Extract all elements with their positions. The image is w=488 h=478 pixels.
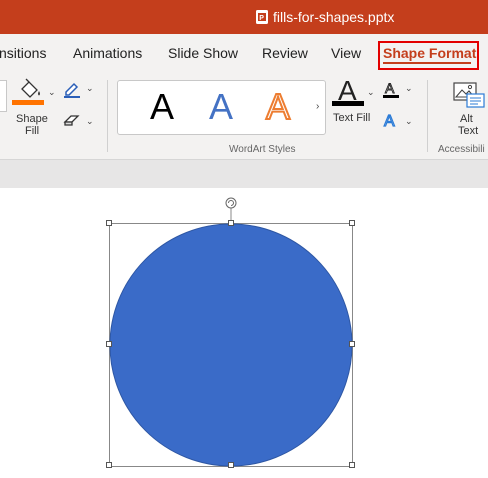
gallery-next-icon[interactable]: › — [316, 101, 319, 112]
accessibility-group-label: Accessibili — [438, 144, 485, 155]
tab-review[interactable]: Review — [262, 45, 308, 61]
tab-slide-show[interactable]: Slide Show — [168, 45, 238, 61]
svg-text:A: A — [384, 113, 395, 129]
rotate-handle-icon[interactable] — [225, 197, 237, 209]
shape-outline-dropdown-icon[interactable]: ⌄ — [86, 83, 94, 94]
text-effects-dropdown-icon[interactable]: ⌄ — [405, 116, 413, 127]
shape-outline-icon[interactable] — [63, 80, 81, 98]
shape-layer — [109, 197, 353, 467]
text-fill-color-swatch — [332, 101, 364, 106]
wordart-style-black[interactable]: A — [150, 89, 174, 125]
shape-effects-dropdown-icon[interactable]: ⌄ — [86, 116, 94, 127]
ribbon: Shape Fill ⌄ ⌄ ⌄ A A A › A Text Fill ⌄ A… — [0, 75, 488, 160]
shape-fill-dropdown-icon[interactable]: ⌄ — [48, 87, 56, 98]
alt-text-label-2: Text — [458, 125, 479, 137]
shape-fill-label-2: Fill — [25, 125, 40, 137]
svg-text:A: A — [385, 80, 395, 96]
group-separator — [427, 80, 428, 152]
text-effects-icon[interactable]: A — [382, 111, 400, 129]
resize-handle-bottom-left[interactable] — [106, 462, 112, 468]
text-fill-dropdown-icon[interactable]: ⌄ — [367, 87, 375, 98]
tab-transitions[interactable]: nsitions — [0, 45, 46, 61]
text-fill-label: Text Fill — [333, 112, 371, 124]
shape-fill-color-swatch — [12, 100, 44, 105]
resize-handle-top-right[interactable] — [349, 220, 355, 226]
ribbon-lower-bar — [0, 160, 488, 188]
title-bar: P fills-for-shapes.pptx — [0, 0, 488, 34]
text-outline-icon[interactable]: A — [382, 80, 400, 98]
resize-handle-top-left[interactable] — [106, 220, 112, 226]
alt-text-icon — [453, 82, 485, 108]
resize-handle-bottom[interactable] — [228, 462, 234, 468]
group-separator — [107, 80, 108, 152]
resize-handle-right[interactable] — [349, 341, 355, 347]
tab-view[interactable]: View — [331, 45, 361, 61]
wordart-style-gallery[interactable]: A A A › — [117, 80, 326, 135]
wordart-style-orange-outline[interactable]: A — [265, 88, 291, 126]
resize-handle-left[interactable] — [106, 341, 112, 347]
paint-bucket-icon — [21, 78, 40, 98]
text-fill-button[interactable]: A Text Fill — [331, 75, 373, 138]
alt-text-label-1: Alt — [460, 113, 473, 125]
powerpoint-file-icon: P — [256, 10, 268, 24]
shape-format-highlight — [378, 41, 479, 70]
shape-effects-icon[interactable] — [63, 113, 81, 127]
wordart-style-blue[interactable]: A — [209, 89, 233, 125]
tab-animations[interactable]: Animations — [73, 45, 142, 61]
document-title: fills-for-shapes.pptx — [273, 9, 395, 25]
shape-fill-label-1: Shape — [16, 113, 48, 125]
resize-handle-top[interactable] — [228, 220, 234, 226]
svg-text:P: P — [259, 15, 264, 22]
shape-fill-button[interactable]: Shape Fill — [10, 76, 50, 138]
text-outline-dropdown-icon[interactable]: ⌄ — [405, 83, 413, 94]
wordart-styles-group-label: WordArt Styles — [229, 144, 296, 155]
partial-button[interactable] — [0, 80, 7, 112]
blue-circle-shape[interactable] — [109, 223, 353, 467]
resize-handle-bottom-right[interactable] — [349, 462, 355, 468]
alt-text-button[interactable]: Alt Text — [448, 76, 488, 138]
